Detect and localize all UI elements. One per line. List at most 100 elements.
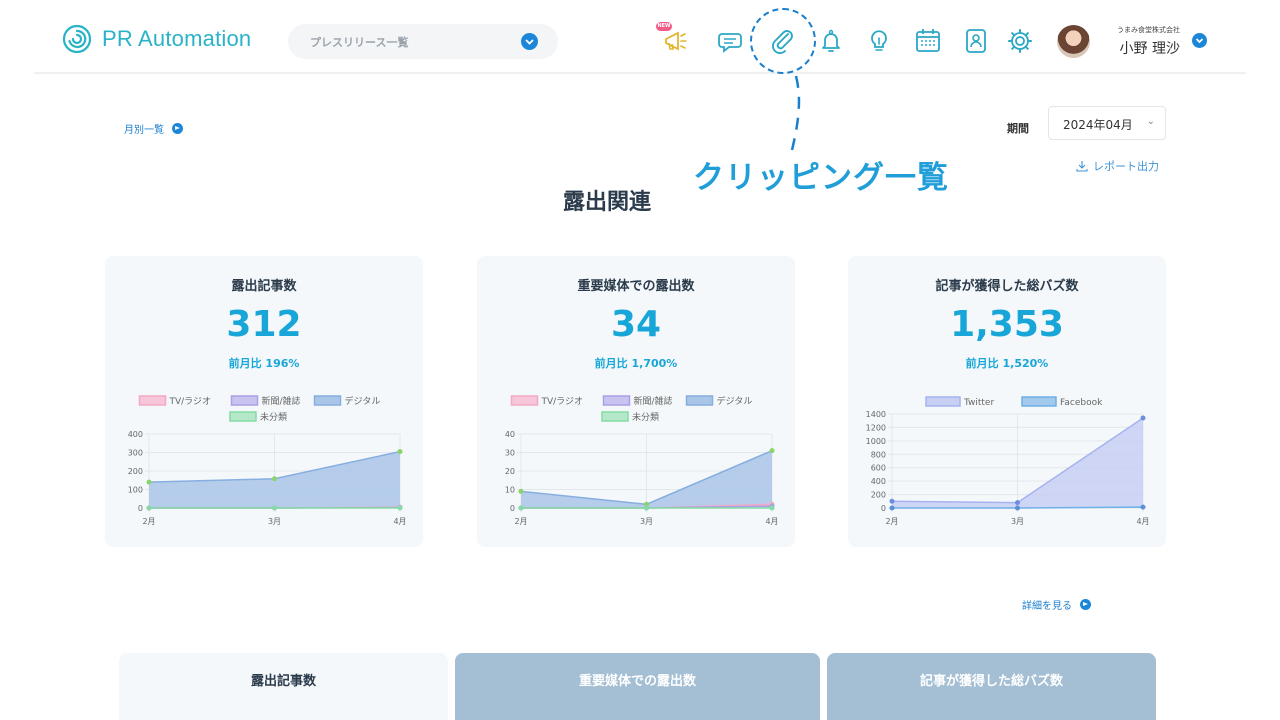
- y-tick-label: 0: [881, 504, 886, 513]
- download-icon: [1076, 161, 1088, 172]
- data-point[interactable]: [889, 505, 895, 511]
- data-point[interactable]: [1140, 415, 1146, 421]
- tab-label: 重要媒体での露出数: [578, 674, 696, 689]
- user-name: 小野 理沙: [1119, 41, 1180, 57]
- data-point[interactable]: [272, 476, 277, 482]
- tab-total-buzz[interactable]: 記事が獲得した総バズ数: [827, 653, 1156, 720]
- data-point[interactable]: [1015, 505, 1020, 511]
- calendar-button[interactable]: [912, 25, 944, 57]
- card-value: 312: [226, 304, 302, 345]
- lightbulb-icon: [871, 30, 887, 51]
- chevron-down-icon: [521, 33, 538, 50]
- new-badge: NEW: [656, 22, 672, 31]
- period-value: 2024年04月: [1063, 118, 1133, 132]
- card-value: 34: [610, 304, 662, 345]
- legend-swatch: [230, 395, 259, 406]
- ideas-button[interactable]: [863, 25, 895, 57]
- callout-label: クリッピング一覧: [693, 160, 949, 196]
- legend-swatch: [229, 411, 257, 422]
- legend-label: Facebook: [1060, 398, 1103, 408]
- settings-button[interactable]: [1004, 25, 1036, 57]
- app-root: PR Automation プレスリリース一覧 NEW うまみ食堂株式会社 小野…: [0, 0, 1280, 720]
- logo[interactable]: PR Automation: [62, 24, 251, 54]
- report-export-link[interactable]: レポート出力: [1076, 158, 1159, 174]
- chevron-down-icon: [1195, 38, 1204, 44]
- logo-mark-icon: [62, 24, 92, 54]
- calendar-icon: [916, 29, 940, 52]
- key-media-exposure-chart: TV/ラジオ 新聞/雑誌 デジタル未分類 0 10 20 30 40 2月 3月 4月: [505, 395, 779, 526]
- tab-key-media-exposure[interactable]: 重要媒体での露出数: [455, 653, 820, 720]
- period-label: 期間: [1007, 122, 1029, 135]
- tab-label: 露出記事数: [250, 674, 316, 689]
- bell-icon: [822, 29, 840, 52]
- view-details-link[interactable]: 詳細を見る: [1022, 597, 1091, 612]
- callout-circle: [750, 8, 816, 74]
- data-point[interactable]: [769, 448, 775, 454]
- x-tick-label: 4月: [765, 517, 778, 526]
- press-release-selector-label: プレスリリース一覧: [310, 35, 409, 49]
- gear-icon: [1008, 29, 1032, 53]
- tab-exposure-articles[interactable]: 露出記事数: [119, 653, 448, 720]
- legend-swatch: [925, 396, 961, 407]
- logo-text: PR Automation: [102, 26, 252, 51]
- user-menu-toggle[interactable]: [1192, 33, 1207, 48]
- card-month-over-month: 前月比 196%: [228, 357, 300, 370]
- data-point[interactable]: [1140, 504, 1146, 510]
- card-title: 重要媒体での露出数: [577, 279, 695, 294]
- press-release-selector[interactable]: プレスリリース一覧: [288, 24, 558, 59]
- kpi-card-exposure-articles: 露出記事数 312 前月比 196% TV/ラジオ 新聞/雑誌 デジタル 未分類 0 10…: [105, 256, 423, 547]
- data-point[interactable]: [644, 505, 649, 511]
- data-point[interactable]: [146, 479, 152, 485]
- data-point[interactable]: [1015, 500, 1020, 506]
- y-tick-label: 100: [128, 486, 143, 495]
- monthly-list-link[interactable]: 月別一覧: [124, 121, 183, 136]
- x-tick-label: 4月: [1136, 517, 1149, 526]
- y-tick-label: 1400: [866, 410, 886, 419]
- section-title: 露出関連: [563, 190, 652, 215]
- data-point[interactable]: [889, 498, 895, 504]
- announcement-button[interactable]: NEW: [656, 22, 690, 57]
- legend-swatch: [1021, 396, 1057, 407]
- legend-label: 未分類: [632, 411, 659, 423]
- period-select[interactable]: 2024年04月 ⌄: [1048, 106, 1166, 140]
- contacts-button[interactable]: [960, 25, 992, 57]
- x-tick-label: 4月: [393, 517, 406, 526]
- contact-card-icon: [966, 29, 986, 53]
- callout-line: [790, 75, 801, 151]
- x-tick-label: 3月: [268, 517, 281, 526]
- data-point[interactable]: [397, 505, 403, 511]
- y-tick-label: 400: [128, 430, 143, 439]
- x-tick-label: 3月: [640, 517, 653, 526]
- y-tick-label: 600: [871, 464, 886, 473]
- y-tick-label: 10: [505, 486, 515, 495]
- y-tick-label: 0: [138, 504, 143, 513]
- chat-icon: [718, 33, 742, 53]
- legend-label: デジタル: [717, 395, 753, 407]
- y-tick-label: 800: [871, 450, 886, 459]
- data-point[interactable]: [518, 488, 524, 494]
- notifications-button[interactable]: [815, 25, 847, 57]
- y-tick-label: 400: [871, 477, 886, 486]
- chevron-down-icon: ⌄: [1146, 116, 1155, 127]
- card-title: 記事が獲得した総バズ数: [935, 279, 1079, 294]
- legend-swatch: [510, 395, 539, 406]
- y-tick-label: 30: [505, 449, 515, 458]
- avatar[interactable]: [1057, 25, 1090, 58]
- y-tick-label: 1000: [866, 437, 886, 446]
- user-company: うまみ食堂株式会社: [1117, 26, 1180, 34]
- data-point[interactable]: [272, 505, 277, 511]
- data-point[interactable]: [397, 449, 403, 455]
- exposure-articles-chart: TV/ラジオ 新聞/雑誌 デジタル未分類 0 100 200 300 400 2月 3月 4月: [128, 395, 407, 526]
- data-point[interactable]: [769, 505, 775, 511]
- kpi-card-key-media-exposure: 重要媒体での露出数 34 前月比 1,700% TV/ラジオ 新聞/雑誌 デジタル未…: [477, 256, 795, 547]
- legend-label: デジタル: [345, 395, 381, 407]
- y-tick-label: 0: [510, 504, 515, 513]
- data-point[interactable]: [518, 505, 524, 511]
- kpi-card-total-buzz: 記事が獲得した総バズ数 1,353 前月比 1,520% Twitter Face…: [848, 256, 1166, 547]
- y-tick-label: 40: [505, 430, 515, 439]
- chart-legend: TV/ラジオ 新聞/雑誌 デジタル未分類: [510, 395, 753, 423]
- messages-button[interactable]: [716, 25, 748, 57]
- report-export-label: レポート出力: [1093, 160, 1159, 173]
- legend-label: 未分類: [260, 411, 287, 423]
- data-point[interactable]: [146, 505, 152, 511]
